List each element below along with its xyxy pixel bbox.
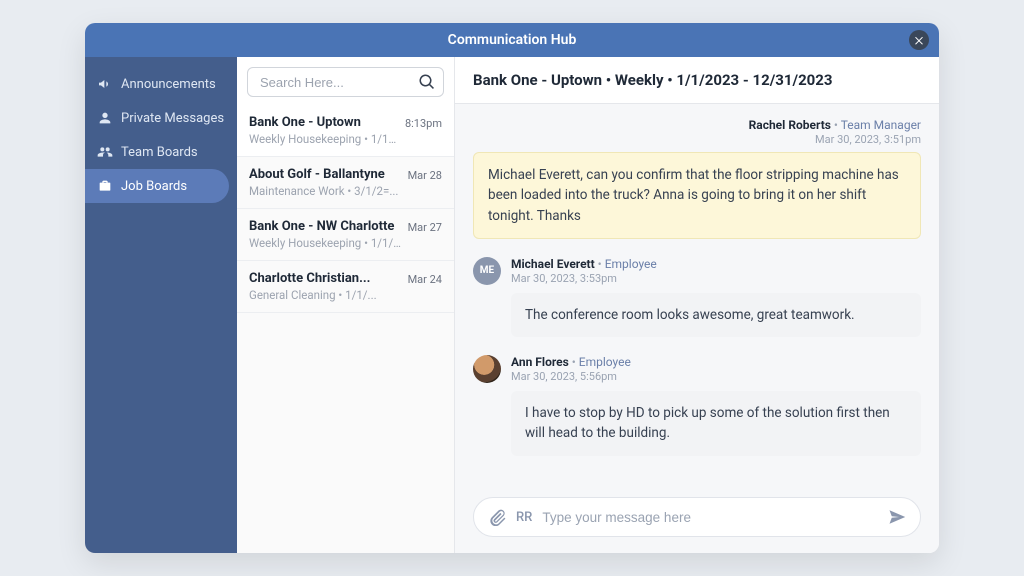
title-bar: Communication Hub <box>85 23 939 57</box>
message-time: Mar 30, 2023, 3:53pm <box>511 272 657 285</box>
message-time: Mar 30, 2023, 3:51pm <box>473 133 921 146</box>
message-list: Rachel Roberts • Team Manager Mar 30, 20… <box>455 104 939 485</box>
thread-time: Mar 28 <box>408 167 442 198</box>
search-icon <box>418 73 436 91</box>
thread-subtitle: Weekly Housekeeping • 1/1/... <box>249 132 399 146</box>
thread-item[interactable]: Bank One - Uptown Weekly Housekeeping • … <box>237 105 454 157</box>
thread-title: Charlotte Christian... <box>249 271 377 286</box>
paperclip-icon[interactable] <box>488 508 506 526</box>
composer-box[interactable]: RR <box>473 497 921 537</box>
thread-time: 8:13pm <box>405 115 442 146</box>
thread-item[interactable]: Charlotte Christian... General Cleaning … <box>237 261 454 313</box>
sidebar-item-job-boards[interactable]: Job Boards <box>85 169 229 203</box>
briefcase-icon <box>97 178 113 194</box>
thread-title: Bank One - NW Charlotte <box>249 219 402 234</box>
sidebar-item-announcements[interactable]: Announcements <box>85 67 237 101</box>
message-role: Team Manager <box>841 118 921 132</box>
users-icon <box>97 144 113 160</box>
message-time: Mar 30, 2023, 5:56pm <box>511 370 631 383</box>
thread-time: Mar 24 <box>408 271 442 302</box>
thread-subtitle: General Cleaning • 1/1/... <box>249 288 377 302</box>
user-icon <box>97 110 113 126</box>
sidebar-item-team-boards[interactable]: Team Boards <box>85 135 237 169</box>
window-title: Communication Hub <box>448 32 577 48</box>
message-incoming: ME Michael Everett • Employee Mar 30, 20… <box>473 257 921 337</box>
avatar: ME <box>473 257 501 285</box>
thread-list-column: Bank One - Uptown Weekly Housekeeping • … <box>237 57 455 553</box>
thread-time: Mar 27 <box>408 219 442 250</box>
message-bubble: I have to stop by HD to pick up some of … <box>511 391 921 456</box>
megaphone-icon <box>97 76 113 92</box>
send-icon[interactable] <box>888 508 906 526</box>
thread-subtitle: Maintenance Work • 3/1/2=... <box>249 184 398 198</box>
sidebar-item-label: Team Boards <box>121 145 198 160</box>
close-button[interactable] <box>909 30 929 50</box>
conversation-header: Bank One - Uptown • Weekly • 1/1/2023 - … <box>455 57 939 104</box>
message-author: Michael Everett <box>511 257 595 271</box>
sidebar: Announcements Private Messages Team Boar… <box>85 57 237 553</box>
thread-item[interactable]: About Golf - Ballantyne Maintenance Work… <box>237 157 454 209</box>
message-bubble: Michael Everett, can you confirm that th… <box>473 152 921 239</box>
message-outgoing: Rachel Roberts • Team Manager Mar 30, 20… <box>473 118 921 239</box>
message-incoming: Ann Flores • Employee Mar 30, 2023, 5:56… <box>473 355 921 456</box>
sidebar-item-label: Job Boards <box>121 179 187 194</box>
message-author: Rachel Roberts <box>749 118 831 132</box>
message-author: Ann Flores <box>511 355 569 369</box>
message-bubble: The conference room looks awesome, great… <box>511 293 921 337</box>
message-role: Employee <box>579 355 631 369</box>
thread-title: About Golf - Ballantyne <box>249 167 398 182</box>
avatar <box>473 355 501 383</box>
message-role: Employee <box>605 257 657 271</box>
sidebar-item-private-messages[interactable]: Private Messages <box>85 101 237 135</box>
message-composer: RR <box>455 485 939 553</box>
sidebar-item-label: Private Messages <box>121 111 224 126</box>
search-input[interactable] <box>247 67 444 97</box>
sidebar-item-label: Announcements <box>121 77 216 92</box>
conversation-panel: Bank One - Uptown • Weekly • 1/1/2023 - … <box>455 57 939 553</box>
app-window: Communication Hub Announcements Private … <box>85 23 939 553</box>
close-icon <box>913 34 925 46</box>
thread-item[interactable]: Bank One - NW Charlotte Weekly Housekeep… <box>237 209 454 261</box>
thread-subtitle: Weekly Housekeeping • 1/1/... <box>249 236 402 250</box>
composer-input[interactable] <box>542 510 878 525</box>
composer-prefix: RR <box>516 510 532 525</box>
thread-title: Bank One - Uptown <box>249 115 399 130</box>
